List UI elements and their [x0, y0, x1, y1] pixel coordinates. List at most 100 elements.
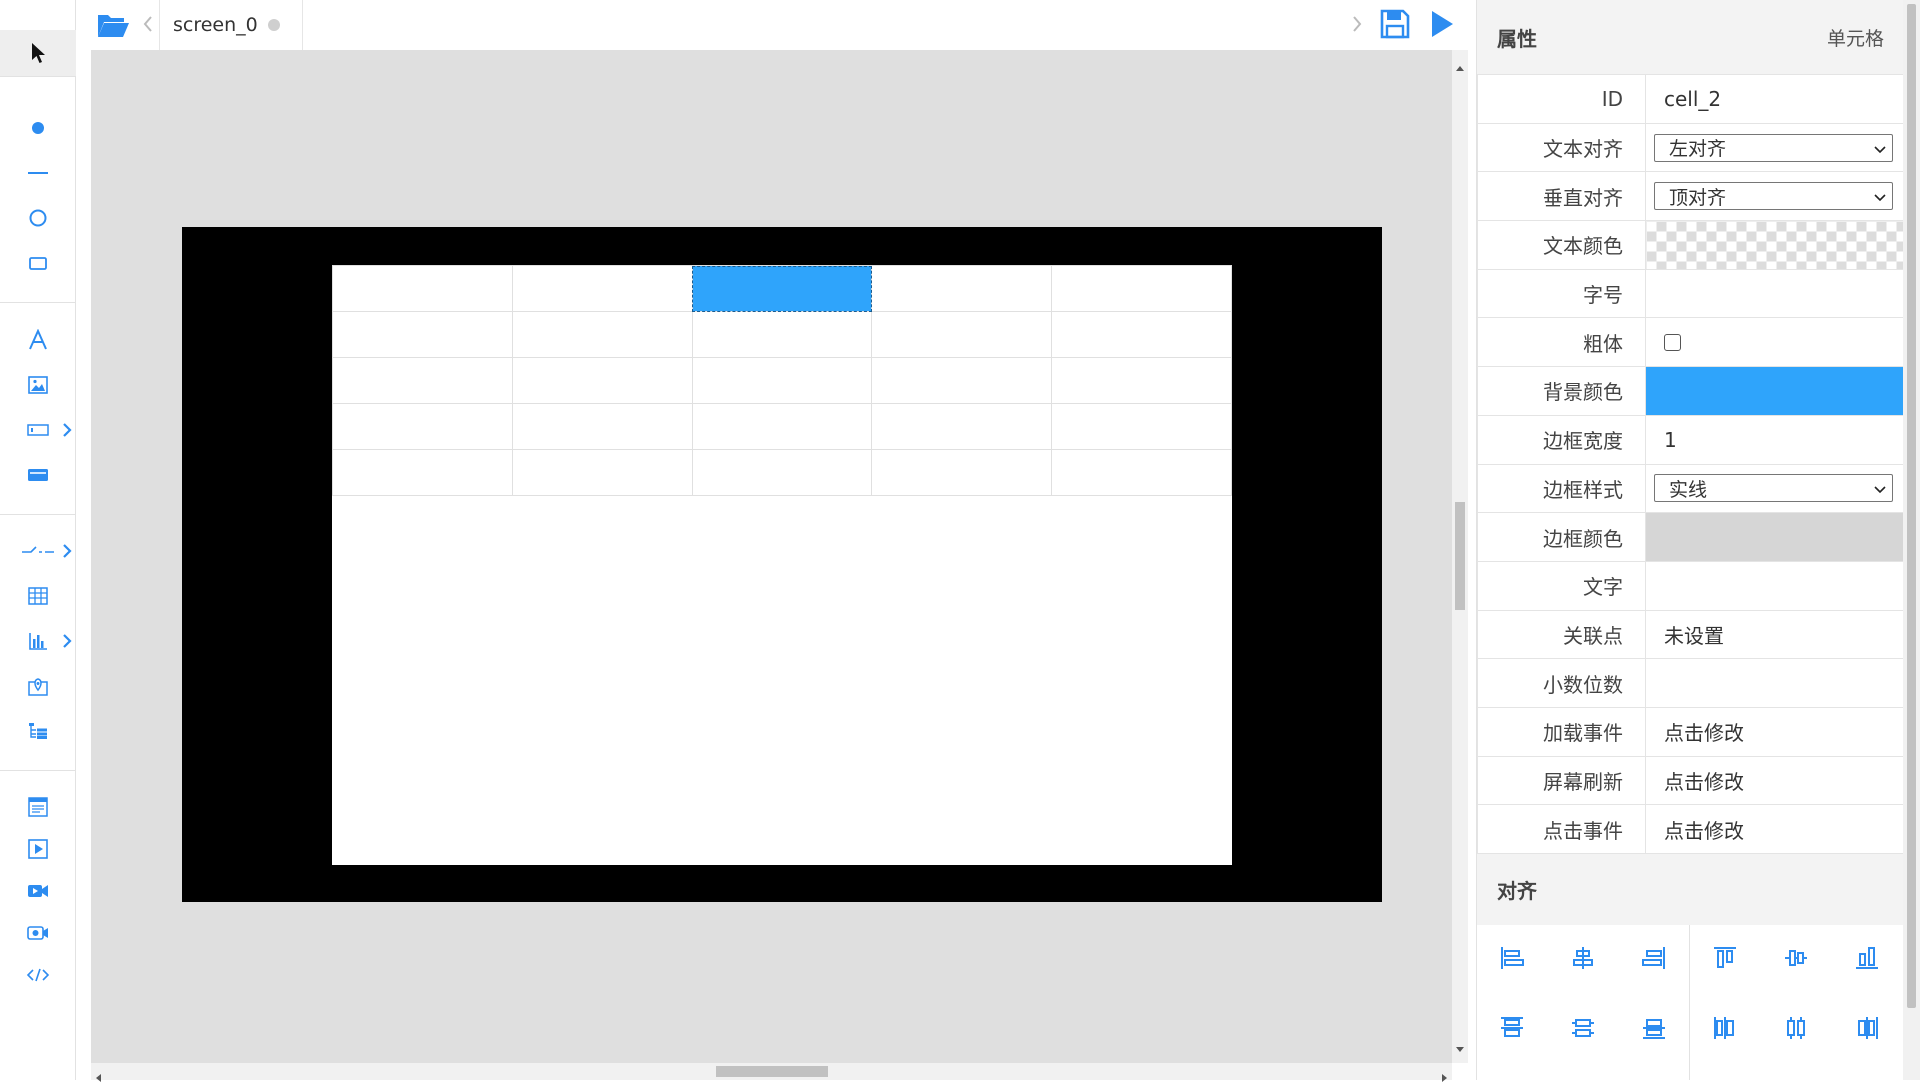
tab-screen-0[interactable]: screen_0 — [159, 0, 303, 50]
screen-refresh-field[interactable]: 点击修改 — [1645, 755, 1904, 806]
table-cell[interactable] — [1051, 265, 1232, 312]
table-cell[interactable] — [871, 265, 1053, 312]
tree-tool[interactable] — [0, 709, 76, 753]
line-tool[interactable] — [0, 151, 76, 195]
text-tool[interactable] — [0, 318, 76, 362]
background-color-swatch[interactable] — [1645, 366, 1904, 416]
table-cell[interactable] — [511, 403, 693, 450]
table-cell[interactable] — [691, 403, 873, 450]
table-cell[interactable] — [1051, 403, 1232, 450]
canvas-horizontal-scrollbar[interactable] — [91, 1063, 1452, 1082]
scroll-right-icon[interactable] — [1442, 1067, 1448, 1086]
table-cell[interactable] — [332, 449, 513, 496]
prop-label: 粗体 — [1477, 317, 1646, 368]
design-canvas[interactable] — [91, 50, 1452, 1063]
screen-frame[interactable] — [182, 227, 1382, 902]
id-field[interactable]: cell_2 — [1645, 74, 1904, 124]
table-cell[interactable] — [332, 357, 513, 404]
tab-scroll-left-icon[interactable] — [143, 15, 153, 37]
table-cell[interactable] — [1051, 311, 1232, 358]
property-table: ID cell_2 文本对齐 左对齐 垂直对齐 顶对齐 文本颜色 字号 粗体 背… — [1477, 74, 1904, 854]
table-cell[interactable] — [511, 265, 693, 312]
properties-scrollbar[interactable] — [1903, 0, 1920, 1080]
table-cell[interactable] — [1051, 449, 1232, 496]
selected-table-cell[interactable] — [691, 265, 873, 312]
table-cell[interactable] — [691, 357, 873, 404]
linked-point-field[interactable]: 未设置 — [1645, 609, 1904, 660]
border-width-field[interactable]: 1 — [1645, 414, 1904, 465]
scroll-thumb[interactable] — [1455, 502, 1465, 610]
table-cell[interactable] — [871, 311, 1053, 358]
click-event-field[interactable]: 点击修改 — [1645, 804, 1904, 854]
form-tool[interactable] — [0, 785, 76, 829]
table-tool[interactable] — [0, 574, 76, 618]
align-bottom-button[interactable] — [1832, 925, 1902, 995]
align-right-button[interactable] — [1619, 925, 1689, 995]
scroll-thumb[interactable] — [716, 1066, 828, 1077]
table-cell[interactable] — [871, 357, 1053, 404]
circle-tool[interactable] — [0, 196, 76, 240]
distribute-top-button[interactable] — [1477, 995, 1547, 1065]
table-cell[interactable] — [511, 357, 693, 404]
border-style-select[interactable]: 实线 — [1654, 474, 1893, 503]
run-icon[interactable] — [1430, 10, 1454, 42]
distribute-middle-button[interactable] — [1548, 995, 1618, 1065]
input-tool[interactable] — [0, 408, 76, 452]
table-cell[interactable] — [511, 449, 693, 496]
text-align-select[interactable]: 左对齐 — [1654, 133, 1893, 162]
chevron-right-icon[interactable] — [62, 633, 72, 649]
vertical-align-select[interactable]: 顶对齐 — [1654, 182, 1893, 211]
map-tool[interactable] — [0, 664, 76, 708]
align-center-h-button[interactable] — [1548, 925, 1618, 995]
open-folder-icon[interactable] — [96, 11, 130, 39]
align-top-button[interactable] — [1690, 925, 1760, 995]
text-color-swatch[interactable] — [1645, 220, 1904, 270]
chart-tool[interactable] — [0, 619, 76, 663]
align-left-button[interactable] — [1477, 925, 1547, 995]
media-tool[interactable] — [0, 827, 76, 871]
screen-table-widget[interactable] — [332, 265, 1232, 865]
table-cell[interactable] — [871, 449, 1053, 496]
scroll-down-icon[interactable] — [1456, 1038, 1464, 1057]
align-middle-v-button[interactable] — [1761, 925, 1831, 995]
scroll-left-icon[interactable] — [95, 1067, 101, 1086]
table-cell[interactable] — [332, 403, 513, 450]
canvas-vertical-scrollbar[interactable] — [1452, 50, 1468, 1063]
code-tool[interactable] — [0, 953, 76, 997]
table-cell[interactable] — [332, 265, 513, 312]
video-tool[interactable] — [0, 869, 76, 913]
table-widget[interactable] — [332, 265, 1232, 496]
distribute-bottom-button[interactable] — [1619, 995, 1689, 1065]
prop-row-border-width: 边框宽度 1 — [1477, 414, 1904, 465]
bold-checkbox[interactable] — [1664, 333, 1681, 351]
distribute-right-button[interactable] — [1832, 995, 1902, 1065]
button-tool[interactable] — [0, 453, 76, 497]
table-cell[interactable] — [691, 311, 873, 358]
load-event-field[interactable]: 点击修改 — [1645, 706, 1904, 757]
save-icon[interactable] — [1380, 8, 1410, 44]
table-cell[interactable] — [871, 403, 1053, 450]
table-cell[interactable] — [691, 449, 873, 496]
table-cell[interactable] — [332, 311, 513, 358]
dot-tool[interactable] — [0, 106, 76, 150]
rectangle-tool[interactable] — [0, 241, 76, 285]
distribute-center-button[interactable] — [1761, 995, 1831, 1065]
table-cell[interactable] — [1051, 357, 1232, 404]
border-color-swatch[interactable] — [1645, 512, 1904, 562]
chevron-right-icon[interactable] — [62, 543, 72, 559]
distribute-left-button[interactable] — [1690, 995, 1760, 1065]
table-cell[interactable] — [511, 311, 693, 358]
chevron-right-icon[interactable] — [62, 422, 72, 438]
scroll-thumb[interactable] — [1907, 4, 1916, 1008]
text-field[interactable] — [1645, 560, 1904, 611]
font-size-field[interactable] — [1645, 268, 1904, 319]
switch-tool[interactable] — [0, 529, 76, 573]
tab-scroll-right-icon[interactable] — [1352, 15, 1362, 37]
camera-tool[interactable] — [0, 911, 76, 955]
decimals-field[interactable] — [1645, 658, 1904, 708]
image-tool[interactable] — [0, 363, 76, 407]
form-icon — [28, 797, 48, 817]
scroll-up-icon[interactable] — [1456, 56, 1464, 75]
pointer-tool[interactable] — [0, 30, 76, 76]
prop-label: 背景颜色 — [1477, 366, 1646, 416]
